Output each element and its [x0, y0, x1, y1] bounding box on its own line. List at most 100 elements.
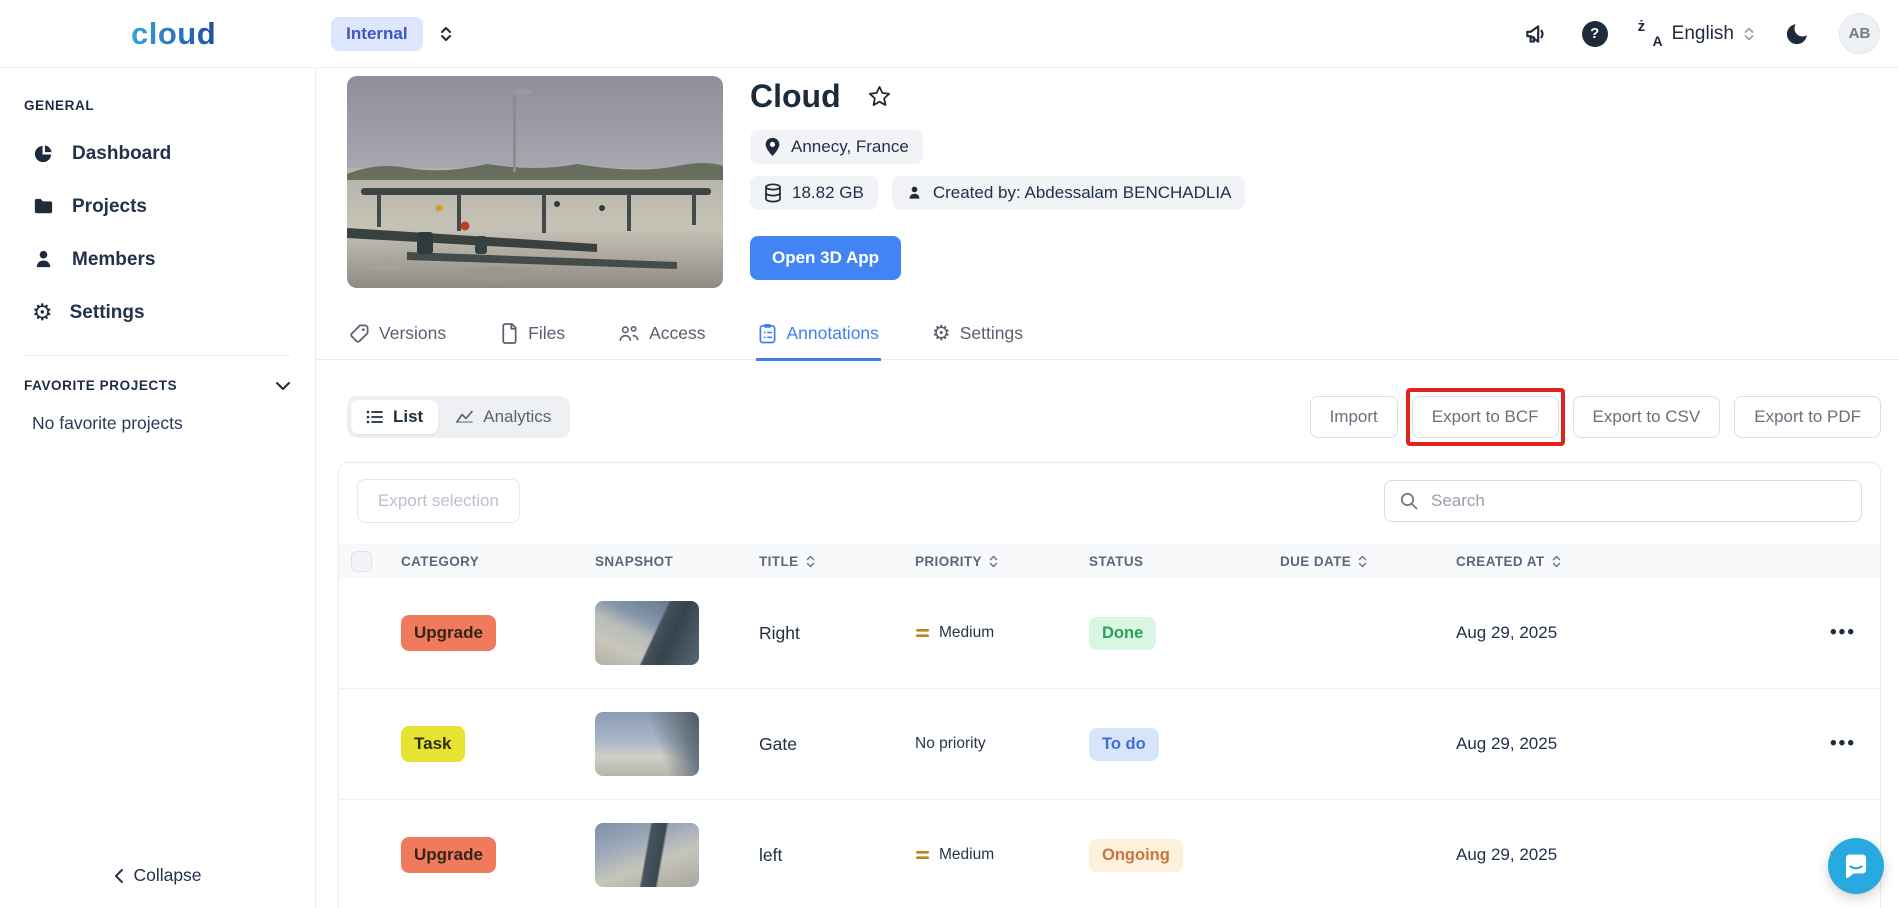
annotation-title: left — [759, 844, 783, 865]
snapshot-thumbnail[interactable] — [595, 712, 699, 776]
tab-versions[interactable]: Versions — [347, 321, 448, 361]
project-tabs: Versions Files Access Annotations ⚙ Sett… — [316, 321, 1898, 361]
navbar-actions: ? ż A English AB — [1519, 13, 1880, 54]
table-row[interactable]: Task Gate No priority To do Aug 29, 2025… — [339, 689, 1880, 800]
size-badge: 18.82 GB — [750, 176, 878, 210]
view-toggle-analytics[interactable]: Analytics — [440, 400, 566, 434]
table-row[interactable]: Upgrade left Medium Ongoing Aug 29, 2025… — [339, 800, 1880, 908]
project-header: Cloud Annecy, France 18.82 GB Created by… — [347, 76, 1881, 288]
created-at-cell: Aug 29, 2025 — [1456, 623, 1558, 642]
export-to-csv-button[interactable]: Export to CSV — [1572, 396, 1721, 438]
app-root: cloud Internal ? ż A English AB GENERAL … — [0, 0, 1898, 908]
language-caret-icon — [1743, 25, 1755, 43]
snapshot-thumbnail[interactable] — [595, 601, 699, 665]
table-row[interactable]: Upgrade Right Medium Done Aug 29, 2025 •… — [339, 578, 1880, 689]
row-more-button[interactable]: ••• — [1830, 733, 1856, 755]
location-pin-icon — [764, 137, 781, 157]
clipboard-icon — [758, 323, 777, 344]
sort-icon — [1552, 554, 1561, 569]
table-header: CATEGORY SNAPSHOT TITLE PRIORITY STATUS … — [339, 544, 1880, 578]
person-icon — [906, 184, 923, 202]
tab-access[interactable]: Access — [616, 321, 707, 361]
translate-icon: ż A — [1637, 17, 1663, 49]
collapse-sidebar-button[interactable]: Collapse — [113, 865, 202, 886]
column-header-due-date[interactable]: DUE DATE — [1280, 554, 1456, 569]
star-icon[interactable] — [867, 84, 892, 109]
import-button[interactable]: Import — [1309, 396, 1398, 438]
folder-icon — [32, 195, 55, 218]
tag-icon — [349, 323, 370, 344]
sidebar-item-members[interactable]: Members — [24, 233, 291, 286]
pie-chart-icon — [32, 142, 55, 165]
search-input[interactable] — [1431, 491, 1847, 511]
language-selector[interactable]: ż A English — [1637, 17, 1755, 49]
annotation-title: Gate — [759, 733, 797, 754]
location-text: Annecy, France — [791, 137, 909, 156]
megaphone-icon — [1523, 21, 1549, 47]
column-header-created-at[interactable]: CREATED AT — [1456, 554, 1696, 569]
location-badge: Annecy, France — [750, 130, 923, 164]
export-to-pdf-button[interactable]: Export to PDF — [1734, 396, 1881, 438]
created-at-cell: Aug 29, 2025 — [1456, 734, 1558, 753]
category-badge: Upgrade — [401, 837, 496, 873]
priority-cell: No priority — [915, 735, 986, 752]
sidebar-items: Dashboard Projects Members ⚙ Settings — [24, 127, 291, 339]
status-badge: To do — [1089, 727, 1159, 761]
file-icon — [499, 323, 519, 344]
person-icon — [32, 248, 55, 271]
app-logo[interactable]: cloud — [131, 16, 216, 52]
dark-mode-toggle[interactable] — [1780, 17, 1814, 51]
sidebar: GENERAL Dashboard Projects Members ⚙ Set… — [0, 68, 316, 908]
priority-cell: Medium — [915, 846, 1089, 864]
export-actions: Import Export to BCF Export to CSV Expor… — [1309, 388, 1881, 446]
sidebar-section-general: GENERAL — [24, 98, 95, 113]
workspace-caret-icon[interactable] — [439, 24, 453, 44]
sort-icon — [1358, 554, 1367, 569]
chat-widget-button[interactable] — [1828, 838, 1884, 894]
priority-cell: Medium — [915, 624, 1089, 642]
annotations-toolbar: List Analytics Import Export to BCF Expo… — [347, 388, 1881, 446]
annotation-title: Right — [759, 622, 800, 643]
table-top-bar: Export selection — [339, 479, 1880, 523]
project-thumbnail[interactable] — [347, 76, 723, 288]
column-header-category: CATEGORY — [401, 553, 480, 569]
sidebar-item-dashboard[interactable]: Dashboard — [24, 127, 291, 180]
database-icon — [764, 183, 782, 203]
language-label: English — [1671, 22, 1734, 44]
sidebar-item-projects[interactable]: Projects — [24, 180, 291, 233]
workspace-switcher: Internal — [331, 16, 453, 51]
favorites-header[interactable]: FAVORITE PROJECTS — [24, 378, 291, 393]
category-badge: Task — [401, 726, 465, 762]
select-all-checkbox[interactable] — [351, 550, 372, 572]
sidebar-item-settings[interactable]: ⚙ Settings — [24, 286, 291, 339]
priority-medium-icon — [915, 849, 930, 861]
tab-settings[interactable]: ⚙ Settings — [930, 321, 1025, 361]
search-icon — [1399, 491, 1419, 511]
category-badge: Upgrade — [401, 615, 496, 651]
user-avatar[interactable]: AB — [1839, 13, 1880, 54]
sidebar-divider — [24, 355, 291, 356]
tab-annotations[interactable]: Annotations — [756, 321, 881, 361]
export-selection-button[interactable]: Export selection — [357, 479, 520, 523]
export-to-bcf-button[interactable]: Export to BCF — [1411, 396, 1559, 438]
annotations-table-card: Export selection CATEGORY SNAPSHOT TITLE… — [338, 462, 1881, 908]
status-badge: Done — [1089, 616, 1157, 650]
announcements-button[interactable] — [1519, 17, 1553, 51]
help-button[interactable]: ? — [1578, 17, 1612, 51]
sort-icon — [989, 554, 998, 569]
people-icon — [618, 323, 640, 344]
column-header-title[interactable]: TITLE — [759, 554, 915, 569]
project-title: Cloud — [750, 78, 841, 114]
column-header-priority[interactable]: PRIORITY — [915, 554, 1089, 569]
moon-icon — [1784, 21, 1810, 47]
snapshot-thumbnail[interactable] — [595, 823, 699, 887]
gear-icon: ⚙ — [32, 299, 53, 325]
top-navbar: cloud Internal ? ż A English AB — [0, 0, 1898, 68]
tab-files[interactable]: Files — [497, 321, 567, 361]
gear-icon: ⚙ — [931, 322, 951, 345]
chevron-down-icon — [275, 381, 291, 391]
row-more-button[interactable]: ••• — [1830, 622, 1856, 644]
workspace-badge[interactable]: Internal — [331, 16, 423, 51]
open-3d-app-button[interactable]: Open 3D App — [750, 236, 902, 280]
view-toggle-list[interactable]: List — [351, 400, 439, 434]
